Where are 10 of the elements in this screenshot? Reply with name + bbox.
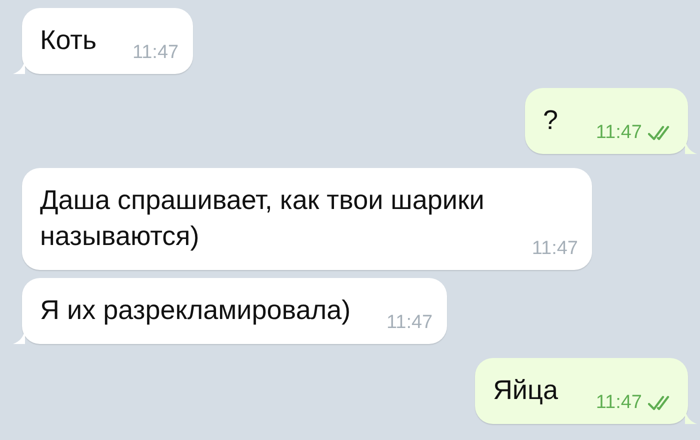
message-text: Коть bbox=[40, 25, 97, 55]
message-time: 11:47 bbox=[132, 42, 179, 64]
message-time: 11:47 bbox=[386, 312, 433, 334]
message-text: Даша спрашивает, как твои шарики называются) bbox=[40, 185, 484, 251]
message-time: 11:47 bbox=[596, 122, 642, 144]
message-text: Яйца bbox=[492, 375, 558, 405]
message-time: 11:47 bbox=[532, 238, 578, 260]
message-text: ? bbox=[542, 105, 558, 135]
message-text: Я их разрекламировала) bbox=[40, 295, 351, 325]
message-time: 11:47 bbox=[596, 392, 642, 414]
